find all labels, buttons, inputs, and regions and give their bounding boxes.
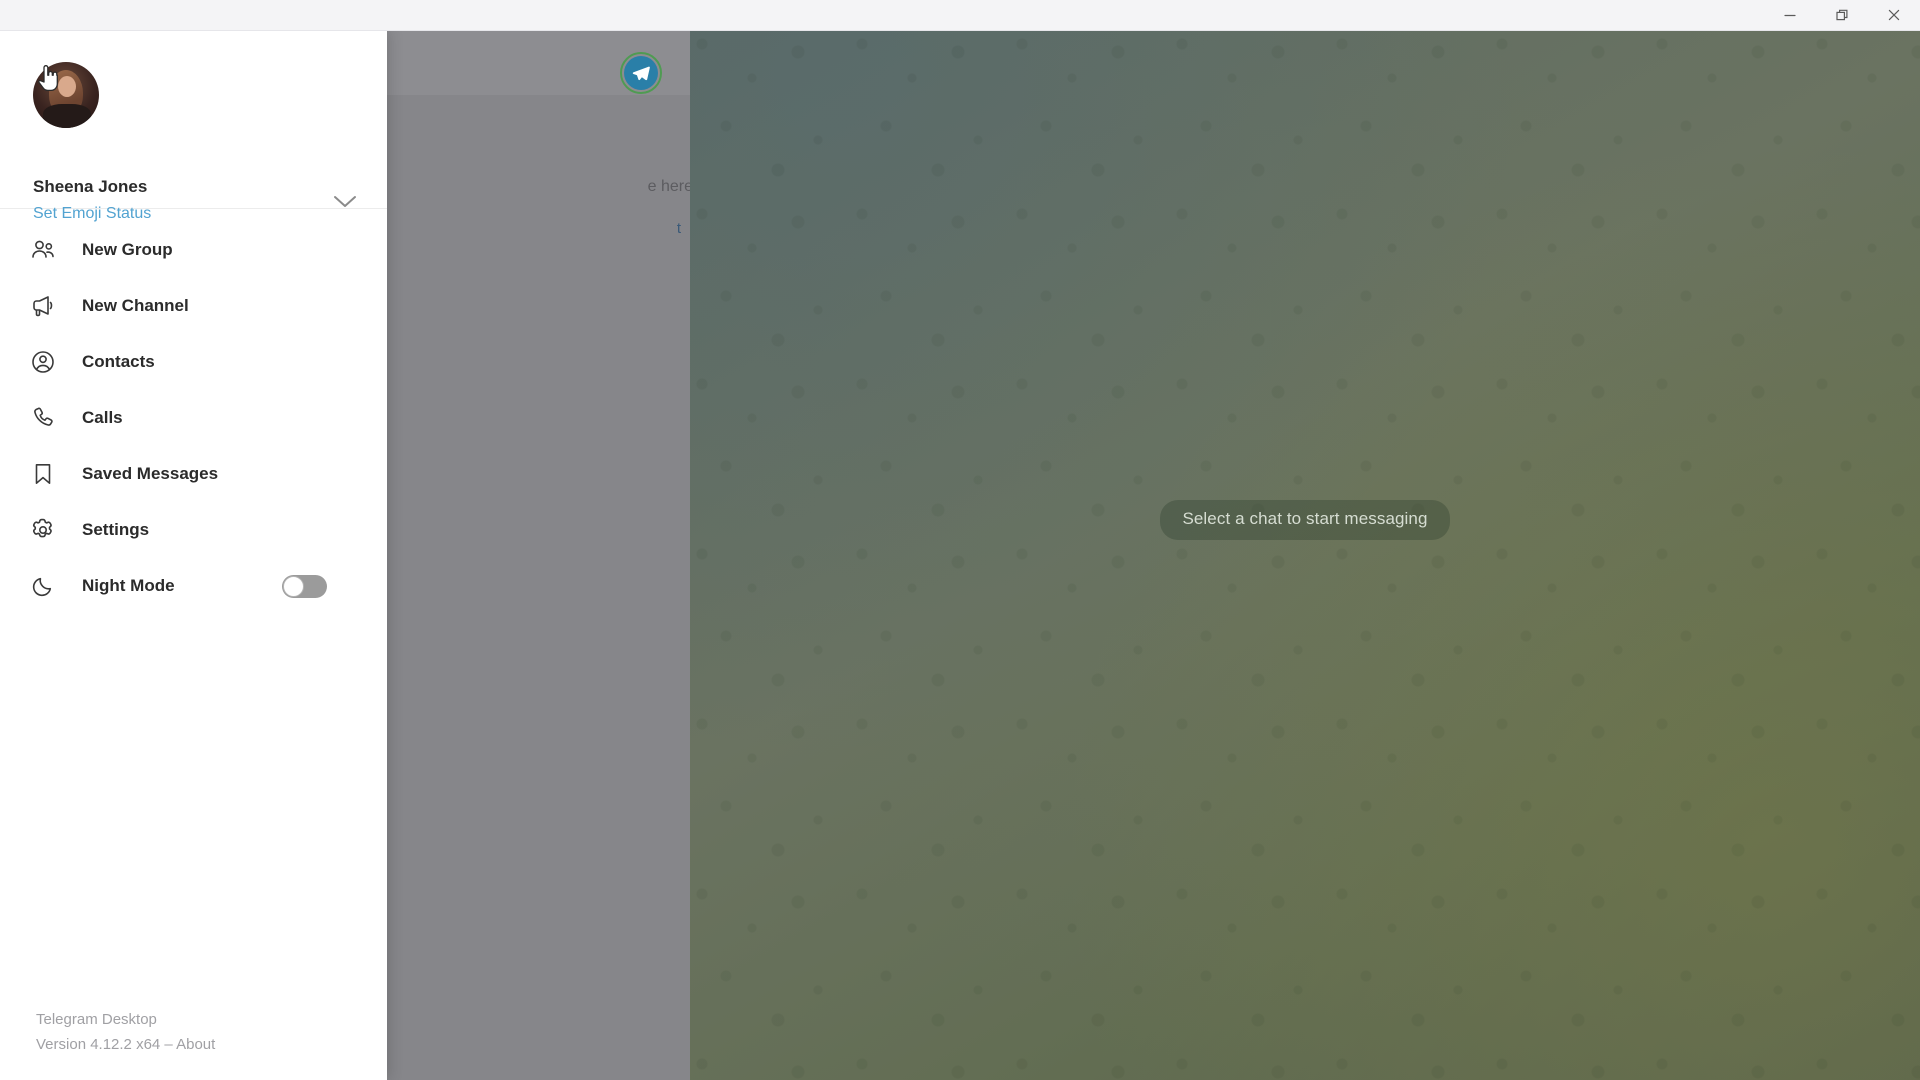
phone-icon [30,405,60,431]
menu-item-label: Settings [82,520,150,539]
close-button[interactable] [1868,0,1920,30]
menu-item-new-channel[interactable]: New Channel [0,278,387,334]
avatar-body [43,104,91,128]
chat-list-hint-text: e here [647,178,690,195]
chat-wallpaper-pattern [690,30,1920,1080]
menu-item-contacts[interactable]: Contacts [0,334,387,390]
menu-footer: Telegram Desktop Version 4.12.2 x64 – Ab… [36,1011,215,1053]
telegram-plane-icon [620,52,662,94]
window-controls [1764,0,1920,30]
bookmark-icon [30,461,60,487]
app-version-about-link[interactable]: Version 4.12.2 x64 – About [36,1036,215,1053]
restore-button[interactable] [1816,0,1868,30]
menu-item-calls[interactable]: Calls [0,390,387,446]
night-mode-toggle[interactable] [282,575,327,598]
menu-profile-header: Sheena Jones Set Emoji Status [0,30,387,222]
menu-item-night-mode[interactable]: Night Mode [0,558,387,614]
people-icon [30,237,60,263]
chat-placeholder-text: Select a chat to start messaging [1160,500,1450,540]
menu-item-saved-messages[interactable]: Saved Messages [0,446,387,502]
menu-item-label: Saved Messages [82,464,219,483]
menu-item-new-group[interactable]: New Group [0,222,387,278]
logo-disc [624,56,658,90]
minimize-button[interactable] [1764,0,1816,30]
menu-item-label: Night Mode [82,576,175,595]
chat-empty-placeholder: Select a chat to start messaging [690,500,1920,540]
gear-icon [30,517,60,543]
app-name-label: Telegram Desktop [36,1011,157,1028]
moon-icon [30,573,60,599]
menu-item-label: New Channel [82,296,189,315]
chat-list-link-text[interactable]: t [387,220,681,237]
toggle-knob [283,576,304,597]
megaphone-icon [30,293,60,319]
menu-item-label: Contacts [82,352,155,371]
menu-item-settings[interactable]: Settings [0,502,387,558]
menu-item-label: Calls [82,408,123,427]
menu-item-list: New Group New Channel Contacts Calls Sav… [0,209,387,614]
menu-item-label: New Group [82,240,173,259]
chat-area: Select a chat to start messaging [690,30,1920,1080]
main-menu-panel: Sheena Jones Set Emoji Status New Group … [0,30,387,1080]
avatar-face [58,76,76,97]
user-circle-icon [30,349,60,375]
avatar[interactable] [33,62,99,128]
telegram-desktop-window: Select a chat to start messaging e here … [0,0,1920,1080]
title-bar [0,0,1920,31]
chat-list-column: e here t [387,30,690,1080]
profile-name: Sheena Jones [33,177,148,196]
